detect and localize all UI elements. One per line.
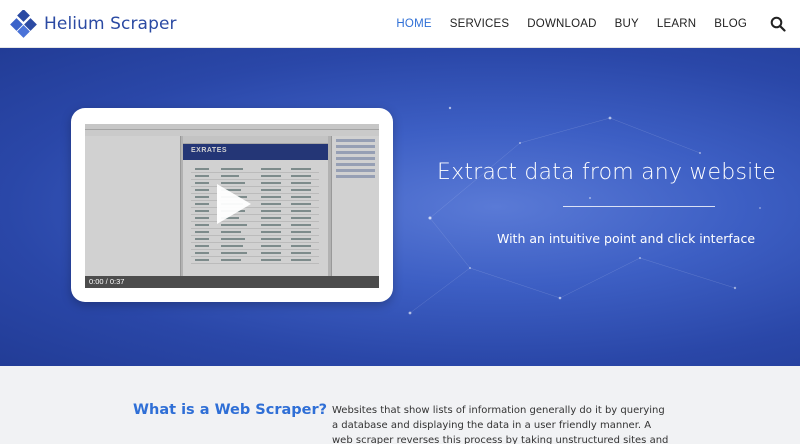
nav-home[interactable]: HOME <box>387 18 440 30</box>
nav-buy[interactable]: BUY <box>606 18 648 30</box>
nav-services[interactable]: SERVICES <box>441 18 519 30</box>
site-header: Helium Scraper HOME SERVICES DOWNLOAD BU… <box>0 0 800 48</box>
hero-title: Extract data from any website <box>437 160 776 185</box>
section-body: Websites that show lists of information … <box>332 405 669 444</box>
search-icon[interactable] <box>770 16 786 32</box>
play-icon[interactable] <box>213 182 253 226</box>
hero-banner: EXRATES 0:00 / 0:37 Extract data from an… <box>0 48 800 366</box>
nav-blog[interactable]: BLOG <box>705 18 756 30</box>
info-section: What is a Web Scraper? Websites that sho… <box>0 366 800 444</box>
video-time: 0:00 / 0:37 <box>89 277 125 286</box>
hero-divider <box>563 206 715 207</box>
nav-download[interactable]: DOWNLOAD <box>518 18 605 30</box>
video-player-card: EXRATES 0:00 / 0:37 <box>71 108 393 302</box>
hero-subtitle: With an intuitive point and click interf… <box>497 231 756 246</box>
brand-logo[interactable]: Helium Scraper <box>10 10 177 38</box>
main-nav: HOME SERVICES DOWNLOAD BUY LEARN BLOG <box>387 0 756 48</box>
section-heading: What is a Web Scraper? <box>133 402 328 418</box>
nav-learn[interactable]: LEARN <box>648 18 705 30</box>
video-controls-bar[interactable]: 0:00 / 0:37 <box>85 276 379 288</box>
logo-icon <box>10 10 37 38</box>
video-player[interactable]: EXRATES 0:00 / 0:37 <box>85 124 379 288</box>
brand-name: Helium Scraper <box>44 14 177 34</box>
